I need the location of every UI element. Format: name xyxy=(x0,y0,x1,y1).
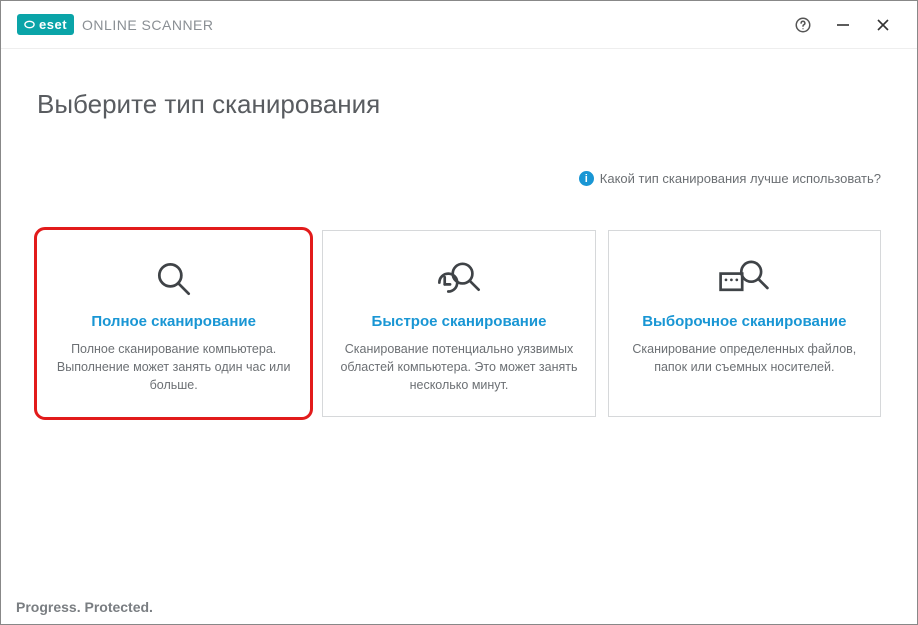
titlebar: eset ONLINE SCANNER xyxy=(1,1,917,49)
content-area: Выберите тип сканирования i Какой тип ск… xyxy=(1,49,917,592)
page-title: Выберите тип сканирования xyxy=(37,89,881,120)
card-full-title: Полное сканирование xyxy=(91,313,256,330)
eset-logo-text: eset xyxy=(39,17,67,32)
brand-block: eset ONLINE SCANNER xyxy=(17,14,214,35)
card-full-scan[interactable]: Полное сканирование Полное сканирование … xyxy=(37,230,310,417)
custom-scan-icon xyxy=(717,251,771,307)
help-button[interactable] xyxy=(783,9,823,41)
magnifier-icon xyxy=(152,251,196,307)
product-name: ONLINE SCANNER xyxy=(82,17,213,33)
card-quick-scan[interactable]: Быстрое сканирование Сканирование потенц… xyxy=(322,230,595,417)
scan-type-cards: Полное сканирование Полное сканирование … xyxy=(37,230,881,417)
footer-tagline: Progress. Protected. xyxy=(16,599,153,615)
card-quick-title: Быстрое сканирование xyxy=(372,313,547,330)
card-custom-title: Выборочное сканирование xyxy=(642,313,846,330)
minimize-button[interactable] xyxy=(823,9,863,41)
card-custom-scan[interactable]: Выборочное сканирование Сканирование опр… xyxy=(608,230,881,417)
help-icon xyxy=(794,16,812,34)
close-icon xyxy=(875,17,891,33)
close-button[interactable] xyxy=(863,9,903,41)
card-quick-desc: Сканирование потенциально уязвимых облас… xyxy=(337,340,580,394)
card-custom-desc: Сканирование определенных файлов, папок … xyxy=(623,340,866,376)
scan-type-help-link[interactable]: i Какой тип сканирования лучше использов… xyxy=(579,171,881,186)
info-icon: i xyxy=(579,171,594,186)
hint-text: Какой тип сканирования лучше использоват… xyxy=(600,171,881,186)
card-full-desc: Полное сканирование компьютера. Выполнен… xyxy=(52,340,295,394)
minimize-icon xyxy=(835,17,851,33)
eset-logo: eset xyxy=(17,14,74,35)
quick-scan-icon xyxy=(434,251,484,307)
